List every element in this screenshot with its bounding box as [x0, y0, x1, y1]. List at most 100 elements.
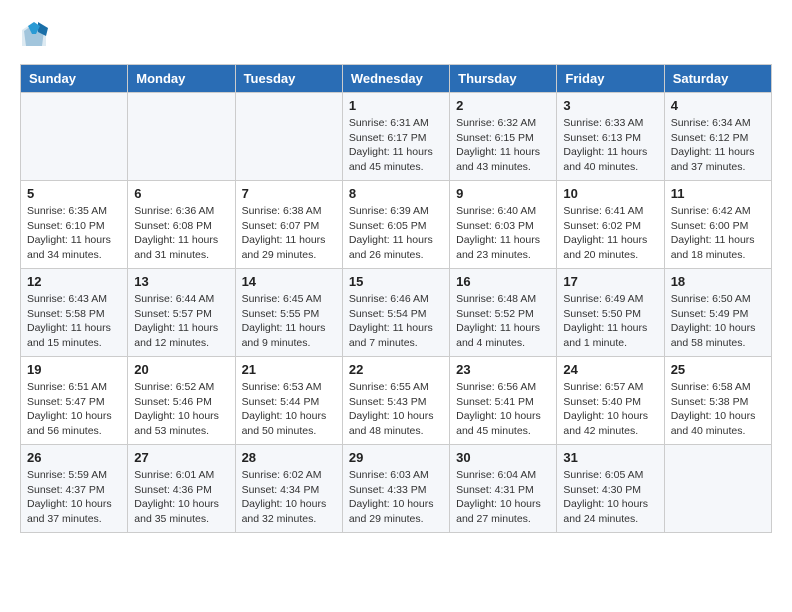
day-info: Sunrise: 6:38 AM Sunset: 6:07 PM Dayligh…	[242, 204, 336, 263]
day-info: Sunrise: 6:50 AM Sunset: 5:49 PM Dayligh…	[671, 292, 765, 351]
day-number: 26	[27, 450, 121, 465]
day-cell	[664, 445, 771, 533]
day-info: Sunrise: 6:53 AM Sunset: 5:44 PM Dayligh…	[242, 380, 336, 439]
day-info: Sunrise: 6:46 AM Sunset: 5:54 PM Dayligh…	[349, 292, 443, 351]
day-cell: 23 Sunrise: 6:56 AM Sunset: 5:41 PM Dayli…	[450, 357, 557, 445]
day-cell: 4 Sunrise: 6:34 AM Sunset: 6:12 PM Daylig…	[664, 93, 771, 181]
day-info: Sunrise: 6:39 AM Sunset: 6:05 PM Dayligh…	[349, 204, 443, 263]
day-cell: 19 Sunrise: 6:51 AM Sunset: 5:47 PM Dayli…	[21, 357, 128, 445]
day-info: Sunrise: 6:49 AM Sunset: 5:50 PM Dayligh…	[563, 292, 657, 351]
day-info: Sunrise: 6:02 AM Sunset: 4:34 PM Dayligh…	[242, 468, 336, 527]
day-cell: 22 Sunrise: 6:55 AM Sunset: 5:43 PM Dayli…	[342, 357, 449, 445]
day-number: 18	[671, 274, 765, 289]
calendar: SundayMondayTuesdayWednesdayThursdayFrid…	[20, 64, 772, 533]
day-cell: 28 Sunrise: 6:02 AM Sunset: 4:34 PM Dayli…	[235, 445, 342, 533]
day-cell: 5 Sunrise: 6:35 AM Sunset: 6:10 PM Daylig…	[21, 181, 128, 269]
day-info: Sunrise: 6:01 AM Sunset: 4:36 PM Dayligh…	[134, 468, 228, 527]
day-cell	[21, 93, 128, 181]
day-cell: 18 Sunrise: 6:50 AM Sunset: 5:49 PM Dayli…	[664, 269, 771, 357]
week-row-1: 1Sunrise: 6:31 AM Sunset: 6:17 PM Daylig…	[21, 93, 772, 181]
weekday-header-thursday: Thursday	[450, 65, 557, 93]
day-cell: 8Sunrise: 6:39 AM Sunset: 6:05 PM Daylig…	[342, 181, 449, 269]
day-info: Sunrise: 6:04 AM Sunset: 4:31 PM Dayligh…	[456, 468, 550, 527]
day-cell: 11 Sunrise: 6:42 AM Sunset: 6:00 PM Dayli…	[664, 181, 771, 269]
day-cell: 15 Sunrise: 6:46 AM Sunset: 5:54 PM Dayli…	[342, 269, 449, 357]
day-cell: 2 Sunrise: 6:32 AM Sunset: 6:15 PM Daylig…	[450, 93, 557, 181]
day-number: 24	[563, 362, 657, 377]
day-cell: 24 Sunrise: 6:57 AM Sunset: 5:40 PM Dayli…	[557, 357, 664, 445]
day-cell: 7 Sunrise: 6:38 AM Sunset: 6:07 PM Daylig…	[235, 181, 342, 269]
logo	[20, 20, 52, 48]
day-number: 13	[134, 274, 228, 289]
day-number: 6	[134, 186, 228, 201]
day-info: Sunrise: 6:32 AM Sunset: 6:15 PM Dayligh…	[456, 116, 550, 175]
day-cell	[128, 93, 235, 181]
day-cell: 20Sunrise: 6:52 AM Sunset: 5:46 PM Dayli…	[128, 357, 235, 445]
day-info: Sunrise: 6:35 AM Sunset: 6:10 PM Dayligh…	[27, 204, 121, 263]
day-cell: 6 Sunrise: 6:36 AM Sunset: 6:08 PM Daylig…	[128, 181, 235, 269]
day-info: Sunrise: 6:48 AM Sunset: 5:52 PM Dayligh…	[456, 292, 550, 351]
week-row-3: 12 Sunrise: 6:43 AM Sunset: 5:58 PM Dayli…	[21, 269, 772, 357]
day-info: Sunrise: 6:58 AM Sunset: 5:38 PM Dayligh…	[671, 380, 765, 439]
day-number: 25	[671, 362, 765, 377]
day-info: Sunrise: 5:59 AM Sunset: 4:37 PM Dayligh…	[27, 468, 121, 527]
weekday-header-sunday: Sunday	[21, 65, 128, 93]
weekday-header-row: SundayMondayTuesdayWednesdayThursdayFrid…	[21, 65, 772, 93]
day-cell: 30 Sunrise: 6:04 AM Sunset: 4:31 PM Dayli…	[450, 445, 557, 533]
day-info: Sunrise: 6:42 AM Sunset: 6:00 PM Dayligh…	[671, 204, 765, 263]
day-number: 28	[242, 450, 336, 465]
header	[20, 20, 772, 48]
day-number: 31	[563, 450, 657, 465]
day-number: 30	[456, 450, 550, 465]
day-number: 23	[456, 362, 550, 377]
day-cell: 10 Sunrise: 6:41 AM Sunset: 6:02 PM Dayli…	[557, 181, 664, 269]
day-number: 21	[242, 362, 336, 377]
day-number: 15	[349, 274, 443, 289]
day-number: 7	[242, 186, 336, 201]
week-row-2: 5 Sunrise: 6:35 AM Sunset: 6:10 PM Daylig…	[21, 181, 772, 269]
day-number: 22	[349, 362, 443, 377]
day-number: 14	[242, 274, 336, 289]
day-cell: 14 Sunrise: 6:45 AM Sunset: 5:55 PM Dayli…	[235, 269, 342, 357]
day-info: Sunrise: 6:03 AM Sunset: 4:33 PM Dayligh…	[349, 468, 443, 527]
day-cell	[235, 93, 342, 181]
day-info: Sunrise: 6:56 AM Sunset: 5:41 PM Dayligh…	[456, 380, 550, 439]
day-number: 3	[563, 98, 657, 113]
day-info: Sunrise: 6:33 AM Sunset: 6:13 PM Dayligh…	[563, 116, 657, 175]
day-cell: 16 Sunrise: 6:48 AM Sunset: 5:52 PM Dayli…	[450, 269, 557, 357]
day-info: Sunrise: 6:57 AM Sunset: 5:40 PM Dayligh…	[563, 380, 657, 439]
day-number: 5	[27, 186, 121, 201]
day-cell: 9Sunrise: 6:40 AM Sunset: 6:03 PM Daylig…	[450, 181, 557, 269]
day-info: Sunrise: 6:34 AM Sunset: 6:12 PM Dayligh…	[671, 116, 765, 175]
weekday-header-monday: Monday	[128, 65, 235, 93]
logo-icon	[20, 20, 48, 48]
day-info: Sunrise: 6:05 AM Sunset: 4:30 PM Dayligh…	[563, 468, 657, 527]
day-cell: 29Sunrise: 6:03 AM Sunset: 4:33 PM Dayli…	[342, 445, 449, 533]
day-cell: 25 Sunrise: 6:58 AM Sunset: 5:38 PM Dayli…	[664, 357, 771, 445]
day-info: Sunrise: 6:36 AM Sunset: 6:08 PM Dayligh…	[134, 204, 228, 263]
day-number: 17	[563, 274, 657, 289]
weekday-header-friday: Friday	[557, 65, 664, 93]
day-number: 19	[27, 362, 121, 377]
day-info: Sunrise: 6:45 AM Sunset: 5:55 PM Dayligh…	[242, 292, 336, 351]
day-number: 20	[134, 362, 228, 377]
day-number: 16	[456, 274, 550, 289]
day-number: 1	[349, 98, 443, 113]
day-cell: 17 Sunrise: 6:49 AM Sunset: 5:50 PM Dayli…	[557, 269, 664, 357]
day-cell: 1Sunrise: 6:31 AM Sunset: 6:17 PM Daylig…	[342, 93, 449, 181]
day-number: 12	[27, 274, 121, 289]
day-number: 4	[671, 98, 765, 113]
day-cell: 13Sunrise: 6:44 AM Sunset: 5:57 PM Dayli…	[128, 269, 235, 357]
day-info: Sunrise: 6:55 AM Sunset: 5:43 PM Dayligh…	[349, 380, 443, 439]
day-number: 11	[671, 186, 765, 201]
day-cell: 31 Sunrise: 6:05 AM Sunset: 4:30 PM Dayli…	[557, 445, 664, 533]
day-cell: 26 Sunrise: 5:59 AM Sunset: 4:37 PM Dayli…	[21, 445, 128, 533]
weekday-header-tuesday: Tuesday	[235, 65, 342, 93]
day-number: 2	[456, 98, 550, 113]
day-info: Sunrise: 6:41 AM Sunset: 6:02 PM Dayligh…	[563, 204, 657, 263]
day-info: Sunrise: 6:43 AM Sunset: 5:58 PM Dayligh…	[27, 292, 121, 351]
day-cell: 12 Sunrise: 6:43 AM Sunset: 5:58 PM Dayli…	[21, 269, 128, 357]
day-info: Sunrise: 6:51 AM Sunset: 5:47 PM Dayligh…	[27, 380, 121, 439]
day-number: 10	[563, 186, 657, 201]
day-number: 27	[134, 450, 228, 465]
